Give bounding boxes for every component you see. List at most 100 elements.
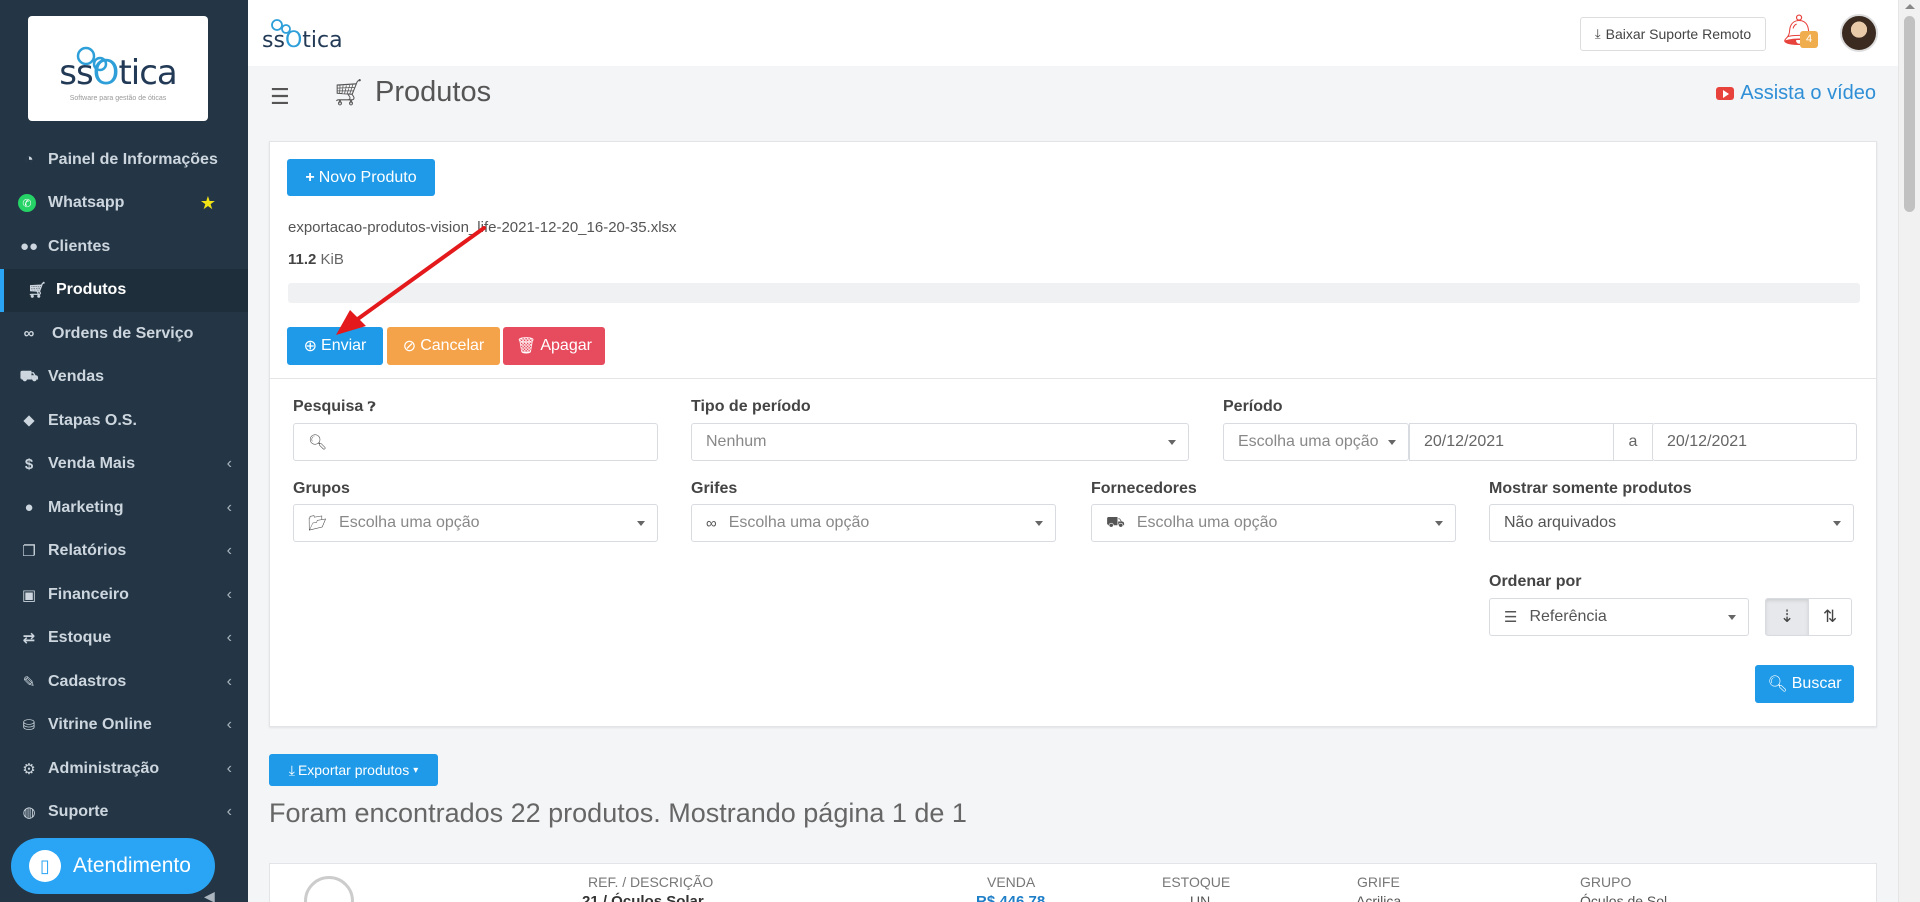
basket-icon: ⛟ — [19, 367, 39, 385]
sidebar-item-estoque[interactable]: ⇄ Estoque ‹ — [0, 617, 248, 661]
grifes-value: Escolha uma opção — [728, 514, 870, 531]
date-to-input[interactable]: 20/12/2021 — [1652, 423, 1857, 461]
date-range-separator: a — [1613, 423, 1653, 461]
grupos-label: Grupos — [293, 480, 350, 497]
ordenar-select[interactable]: ☰ Referência — [1489, 598, 1749, 636]
column-header-ref: REF. / DESCRIÇÃO — [588, 874, 714, 890]
sidebar-item-label: Administração — [48, 759, 160, 777]
sidebar-item-vendas[interactable]: ⛟ Vendas — [0, 356, 248, 400]
atendimento-button[interactable]: ▯ Atendimento — [11, 838, 215, 894]
sidebar-item-etapas-os[interactable]: ⬥ Etapas O.S. — [0, 399, 248, 443]
download-icon: ⤓ — [288, 761, 295, 778]
enviar-button[interactable]: ⊕ Enviar — [287, 327, 383, 365]
top-logo[interactable]: ssOtica — [262, 28, 343, 53]
sidebar-item-clientes[interactable]: ●● Clientes — [0, 225, 248, 269]
sidebar-item-painel[interactable]: ◔ Painel de Informações — [0, 138, 248, 182]
periodo-label: Período — [1223, 398, 1283, 415]
collapse-sidebar-icon[interactable]: ◀ — [204, 888, 215, 902]
upload-icon: ⊕ — [303, 338, 318, 355]
sidebar-item-venda-mais[interactable]: $ Venda Mais ‹ — [0, 443, 248, 487]
glasses-icon: ∞ — [706, 514, 717, 532]
novo-produto-button[interactable]: + Novo Produto — [287, 159, 435, 196]
buscar-button[interactable]: 🔍︎ Buscar — [1755, 665, 1854, 703]
download-icon: ⤓ — [1594, 26, 1601, 41]
tipo-periodo-label: Tipo de período — [691, 398, 811, 415]
periodo-option-value: Escolha uma opção — [1238, 433, 1379, 450]
cart-icon: 🛒︎ — [27, 282, 47, 300]
grifes-select[interactable]: ∞ Escolha uma opção — [691, 504, 1056, 542]
mostrar-select[interactable]: Não arquivados — [1489, 504, 1854, 542]
sidebar-item-label: Financeiro — [48, 585, 129, 603]
sidebar-item-vitrine-online[interactable]: ⛁ Vitrine Online ‹ — [0, 704, 248, 748]
sidebar-item-label: Relatórios — [48, 542, 127, 560]
search-icon: 🔍︎ — [1767, 676, 1788, 693]
caret-down-icon — [637, 521, 645, 526]
cart-icon: 🛒︎ — [332, 77, 366, 107]
apagar-button[interactable]: 🗑︎ Apagar — [503, 327, 605, 365]
grupos-value: Escolha uma opção — [339, 514, 480, 531]
row-ref[interactable]: 21 / Óculos Solar — [582, 893, 704, 902]
fornecedores-select[interactable]: ⛟ Escolha uma opção — [1091, 504, 1456, 542]
novo-produto-label: Novo Produto — [318, 168, 417, 186]
results-summary: Foram encontrados 22 produtos. Mostrando… — [269, 798, 967, 828]
chevron-left-icon: ‹ — [226, 629, 232, 647]
sidebar-item-suporte[interactable]: ◍ Suporte ‹ — [0, 791, 248, 835]
date-from-value: 20/12/2021 — [1424, 433, 1505, 450]
sidebar-item-label: Clientes — [48, 237, 111, 255]
sidebar: ssOtica Software para gestão de óticas ◔… — [0, 0, 248, 902]
cogs-icon: ⚙ — [22, 760, 36, 778]
buscar-label: Buscar — [1791, 675, 1842, 692]
sidebar-item-whatsapp[interactable]: ✆ Whatsapp ★ — [0, 182, 248, 226]
star-icon: ★ — [199, 192, 216, 213]
glasses-icon: ∞ — [23, 325, 35, 343]
comments-icon: ● — [24, 499, 34, 517]
menu-toggle-icon[interactable]: ☰ — [270, 84, 290, 110]
edit-icon: ✎ — [22, 673, 36, 691]
truck-icon: ⛟ — [1106, 513, 1125, 531]
users-icon: ●● — [19, 238, 39, 256]
products-table: REF. / DESCRIÇÃO VENDA ESTOQUE GRIFE GRU… — [269, 863, 1877, 902]
sidebar-item-label: Marketing — [48, 498, 124, 516]
column-header-grupo: GRUPO — [1580, 874, 1632, 890]
sidebar-item-administracao[interactable]: ⚙ Administração ‹ — [0, 747, 248, 791]
assista-video-link[interactable]: Assista o vídeo — [1716, 82, 1876, 105]
sidebar-item-marketing[interactable]: ● Marketing ‹ — [0, 486, 248, 530]
page-title: 🛒︎ Produtos — [332, 76, 491, 109]
sidebar-item-financeiro[interactable]: ▣ Financeiro ‹ — [0, 573, 248, 617]
periodo-option-select[interactable]: Escolha uma opção — [1223, 423, 1409, 461]
sort-descending-button[interactable]: ⇅ — [1808, 598, 1852, 636]
date-from-input[interactable]: 20/12/2021 — [1409, 423, 1614, 461]
whatsapp-icon: ✆ — [18, 194, 36, 213]
caret-down-icon — [1388, 440, 1396, 445]
tipo-periodo-select[interactable]: Nenhum — [691, 423, 1189, 461]
upload-file-name: exportacao-produtos-vision_life-2021-12-… — [288, 219, 677, 236]
avatar[interactable] — [1840, 14, 1878, 52]
sidebar-item-ordens-servico[interactable]: ∞ Ordens de Serviço — [0, 312, 248, 356]
sidebar-item-cadastros[interactable]: ✎ Cadastros ‹ — [0, 660, 248, 704]
sort-amount-asc-icon: ⇣ — [1779, 607, 1795, 626]
notifications-button[interactable]: 🔔︎ 4 — [1780, 13, 1818, 51]
baixar-suporte-button[interactable]: ⤓ Baixar Suporte Remoto — [1580, 17, 1766, 51]
sort-ascending-button[interactable]: ⇣ — [1765, 598, 1809, 636]
row-estoque: UN — [1190, 893, 1211, 902]
exchange-icon: ⇄ — [22, 630, 36, 648]
trash-icon: 🗑︎ — [516, 338, 537, 355]
page-scrollbar[interactable] — [1898, 0, 1920, 902]
brand-logo[interactable]: ssOtica Software para gestão de óticas — [28, 16, 208, 121]
column-header-estoque: ESTOQUE — [1162, 874, 1231, 890]
exportar-produtos-button[interactable]: ⤓ Exportar produtos ▾ — [269, 754, 438, 786]
chevron-left-icon: ‹ — [226, 585, 232, 603]
pesquisa-input[interactable]: 🔍︎ — [293, 423, 658, 461]
scroll-up-icon[interactable] — [1905, 4, 1915, 9]
page-header: ☰ 🛒︎ Produtos Assista o vídeo — [248, 66, 1898, 120]
grupos-select[interactable]: 📂︎ Escolha uma opção — [293, 504, 658, 542]
topbar: ssOtica ⤓ Baixar Suporte Remoto 🔔︎ 4 — [248, 0, 1898, 66]
exportar-label: Exportar produtos — [297, 762, 410, 778]
sidebar-item-produtos[interactable]: 🛒︎ Produtos — [0, 268, 248, 312]
sidebar-item-relatorios[interactable]: ❐ Relatórios ‹ — [0, 530, 248, 574]
shopping-bag-icon: ⛁ — [22, 717, 36, 735]
cancelar-button[interactable]: ⊘ Cancelar — [387, 327, 500, 365]
question-circle-icon[interactable]: ❓︎ — [368, 399, 376, 414]
scrollbar-thumb[interactable] — [1904, 16, 1915, 212]
sidebar-nav: ◔ Painel de Informações ✆ Whatsapp ★ ●● Clie… — [0, 138, 248, 834]
